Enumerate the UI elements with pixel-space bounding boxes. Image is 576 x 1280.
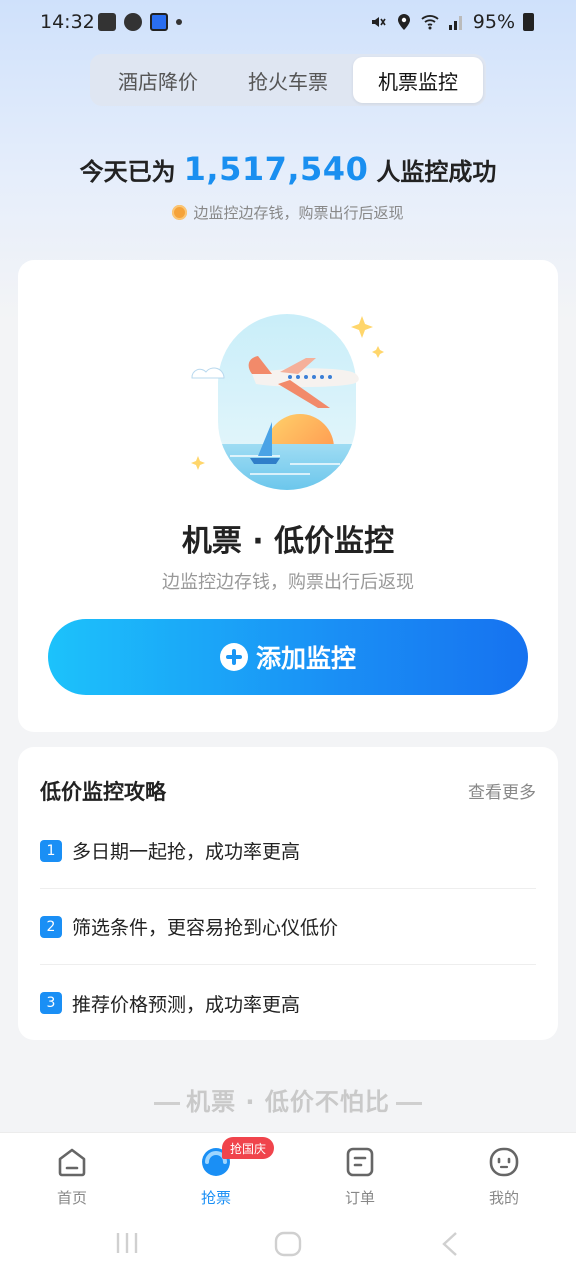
system-navigation-bar — [0, 1219, 576, 1269]
bottom-navigation: 首页 抢票 抢国庆 订单 我的 — [0, 1132, 576, 1280]
more-notifications-icon — [176, 19, 182, 25]
order-icon — [346, 1147, 374, 1177]
home-button-icon[interactable] — [274, 1231, 302, 1257]
strategy-text: 推荐价格预测，成功率更高 — [72, 993, 301, 1016]
monitor-count: 1,517,540 — [183, 150, 369, 188]
strategy-text: 多日期一起抢，成功率更高 — [72, 841, 301, 863]
nav-orders[interactable]: 订单 — [288, 1143, 432, 1219]
strategy-item-2[interactable]: 2 筛选条件，更容易抢到心仪低价 — [40, 889, 536, 965]
divider — [395, 1101, 422, 1105]
nav-profile-label: 我的 — [488, 1189, 519, 1207]
strategy-item-3[interactable]: 3 推荐价格预测，成功率更高 — [40, 965, 536, 1041]
home-icon — [58, 1148, 86, 1177]
app-notification-icon-2 — [150, 13, 168, 31]
add-monitor-button[interactable]: 添加监控 — [48, 619, 528, 695]
profile-icon — [489, 1147, 519, 1177]
headline-subtitle: 边监控边存钱，购票出行后返现 — [0, 202, 576, 223]
flight-monitor-card: 机票 · 低价监控 边监控边存钱，购票出行后返现 添加监控 — [18, 260, 558, 732]
view-more-link[interactable]: 查看更多 — [468, 778, 536, 803]
tab-hotel-price-drop[interactable]: 酒店降价 — [93, 57, 223, 103]
status-bar: 14:32 95% — [0, 0, 576, 46]
wifi-icon — [421, 15, 439, 30]
strategy-item-1[interactable]: 1 多日期一起抢，成功率更高 — [40, 813, 536, 889]
app-notification-icon — [124, 13, 142, 31]
divider — [154, 1101, 181, 1105]
headline-subtitle-text: 边监控边存钱，购票出行后返现 — [193, 204, 404, 222]
headline-prefix: 今天已为 — [79, 158, 176, 186]
card-title: 机票 · 低价监控 — [181, 524, 395, 559]
status-right: 95% — [369, 11, 534, 33]
national-day-badge: 抢国庆 — [222, 1137, 275, 1159]
airplane-sunset-illustration — [191, 314, 384, 490]
status-time: 14:32 — [40, 11, 95, 33]
plus-icon — [219, 643, 248, 671]
tab-flight-monitor[interactable]: 机票监控 — [353, 57, 483, 103]
recent-apps-icon[interactable] — [114, 1231, 140, 1255]
banner-title-text: 机票 · 低价不怕比 — [186, 1088, 390, 1116]
strategy-title: 低价监控攻略 — [40, 780, 166, 804]
strategy-number: 2 — [40, 915, 62, 938]
nav-orders-label: 订单 — [344, 1189, 375, 1207]
headline-suffix: 人监控成功 — [376, 158, 497, 186]
strategy-card: 低价监控攻略 查看更多 1 多日期一起抢，成功率更高 2 筛选条件，更容易抢到心… — [18, 747, 558, 1040]
battery-percent: 95% — [472, 11, 515, 33]
mute-icon — [371, 17, 386, 27]
nav-grab-ticket-label: 抢票 — [200, 1189, 231, 1207]
notification-icons — [98, 13, 182, 31]
strategy-number: 3 — [40, 992, 62, 1014]
signal-icon — [448, 16, 462, 30]
card-subtitle: 边监控边存钱，购票出行后返现 — [162, 572, 414, 593]
location-icon — [397, 14, 410, 30]
nav-home[interactable]: 首页 — [0, 1143, 144, 1219]
battery-icon — [523, 13, 534, 31]
nav-home-label: 首页 — [56, 1189, 87, 1207]
tab-train-tickets[interactable]: 抢火车票 — [223, 57, 353, 103]
strategy-text: 筛选条件，更容易抢到心仪低价 — [72, 917, 339, 939]
add-monitor-label: 添加监控 — [255, 644, 356, 673]
category-tabs: 酒店降价 抢火车票 机票监控 — [90, 54, 486, 106]
monitor-count-headline: 今天已为 1,517,540 人监控成功 — [0, 150, 576, 188]
nav-profile[interactable]: 我的 — [432, 1143, 576, 1219]
price-compare-banner: 机票 · 低价不怕比 — [0, 1082, 576, 1117]
coin-icon — [172, 205, 188, 220]
gallery-icon — [98, 13, 116, 31]
strategy-number: 1 — [40, 839, 62, 862]
back-icon[interactable] — [440, 1231, 460, 1257]
